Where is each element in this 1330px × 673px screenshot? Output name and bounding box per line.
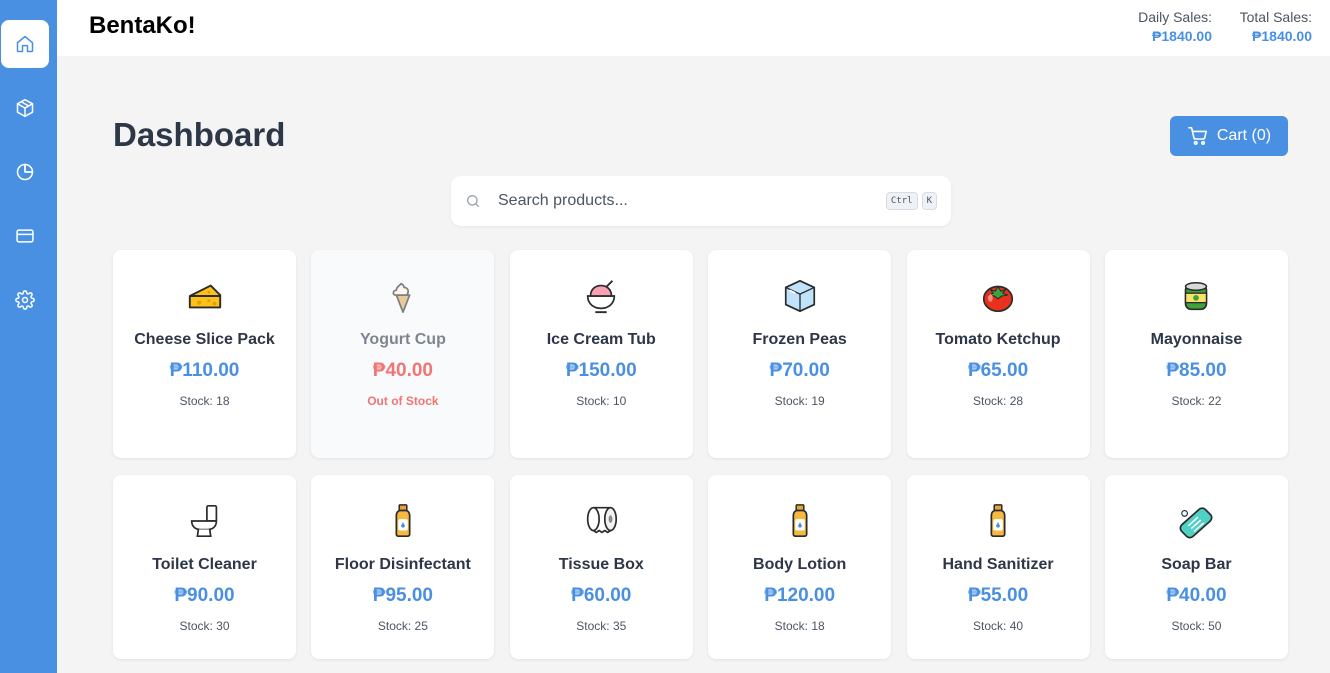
top-bar: BentaKo! Daily Sales: ₱1840.00 Total Sal… xyxy=(57,0,1330,56)
soap-icon xyxy=(1179,507,1213,539)
product-stock: Stock: 18 xyxy=(774,619,825,633)
product-card[interactable]: Floor Disinfectant ₱95.00 Stock: 25 xyxy=(311,475,495,659)
product-card[interactable]: Ice Cream Tub ₱150.00 Stock: 10 xyxy=(509,250,693,458)
product-stock: Stock: 35 xyxy=(576,619,627,633)
product-stock: Stock: 10 xyxy=(576,394,627,408)
product-stock: Stock: 40 xyxy=(973,619,1024,633)
product-grid: Cheese Slice Pack ₱110.00 Stock: 18 Yogu… xyxy=(113,250,1288,659)
product-price: ₱150.00 xyxy=(565,360,637,381)
product-price: ₱70.00 xyxy=(769,360,830,381)
total-sales: Total Sales: ₱1840.00 xyxy=(1240,8,1312,46)
pie-chart-icon xyxy=(16,163,34,181)
product-card[interactable]: Hand Sanitizer ₱55.00 Stock: 40 xyxy=(906,475,1090,659)
product-name: Floor Disinfectant xyxy=(334,556,471,573)
shortcut-key-ctrl: Ctrl xyxy=(885,192,918,210)
search-icon xyxy=(467,195,479,207)
product-stock: Stock: 19 xyxy=(774,394,825,408)
shortcut-key-k: K xyxy=(921,192,937,210)
search-bar: Ctrl K xyxy=(451,176,951,226)
tomato-icon xyxy=(982,285,1014,313)
product-price: ₱95.00 xyxy=(372,585,433,606)
product-stock: Stock: 28 xyxy=(973,394,1024,408)
home-icon xyxy=(16,35,34,53)
product-name: Tomato Ketchup xyxy=(935,331,1061,348)
product-price: ₱65.00 xyxy=(967,360,1029,381)
product-stock: Stock: 22 xyxy=(1171,394,1222,408)
toilet-icon xyxy=(190,504,217,538)
product-name: Yogurt Cup xyxy=(359,331,446,348)
box-icon xyxy=(16,98,34,118)
product-card[interactable]: Body Lotion ₱120.00 Stock: 18 xyxy=(708,475,892,659)
search-input[interactable] xyxy=(498,192,882,210)
daily-sales-value: ₱1840.00 xyxy=(1152,28,1212,44)
toilet-paper-roll-icon xyxy=(587,506,618,534)
sidebar-item-settings[interactable] xyxy=(1,276,49,324)
sidebar-item-home[interactable] xyxy=(1,20,49,68)
product-card[interactable]: Soap Bar ₱40.00 Stock: 50 xyxy=(1104,475,1288,659)
daily-sales: Daily Sales: ₱1840.00 xyxy=(1138,8,1212,46)
product-card[interactable]: Tissue Box ₱60.00 Stock: 35 xyxy=(509,475,693,659)
product-name: Body Lotion xyxy=(753,556,847,573)
product-card[interactable]: Frozen Peas ₱70.00 Stock: 19 xyxy=(708,250,892,458)
product-price: ₱120.00 xyxy=(764,585,836,606)
product-price: ₱85.00 xyxy=(1166,360,1227,381)
sidebar-item-products[interactable] xyxy=(1,84,49,132)
product-stock: Stock: 25 xyxy=(377,619,428,633)
cart-button[interactable]: Cart (0) xyxy=(1170,116,1288,156)
page-title: Dashboard xyxy=(113,116,286,153)
sidebar-item-reports[interactable] xyxy=(1,148,49,196)
sidebar-item-payments[interactable] xyxy=(1,212,49,260)
product-name: Toilet Cleaner xyxy=(152,556,257,573)
out-of-stock-label: Out of Stock xyxy=(367,394,439,408)
shaved-ice-icon xyxy=(587,280,616,314)
product-price: ₱40.00 xyxy=(1166,585,1227,606)
product-price: ₱90.00 xyxy=(174,585,235,606)
product-stock: Stock: 18 xyxy=(179,394,230,408)
canned-food-icon xyxy=(1185,281,1208,311)
lotion-bottle-icon xyxy=(395,504,411,538)
cheese-icon xyxy=(188,284,221,309)
product-name: Hand Sanitizer xyxy=(942,556,1054,573)
daily-sales-label: Daily Sales: xyxy=(1138,9,1212,25)
product-price: ₱60.00 xyxy=(571,585,632,606)
product-card[interactable]: Tomato Ketchup ₱65.00 Stock: 28 xyxy=(906,250,1090,458)
total-sales-label: Total Sales: xyxy=(1239,9,1312,25)
product-name: Ice Cream Tub xyxy=(546,331,656,348)
product-price: ₱40.00 xyxy=(372,360,433,381)
product-card[interactable]: Mayonnaise ₱85.00 Stock: 22 xyxy=(1104,250,1288,458)
sidebar xyxy=(0,0,57,673)
product-name: Tissue Box xyxy=(558,556,644,573)
product-name: Cheese Slice Pack xyxy=(134,331,275,348)
product-stock: Stock: 50 xyxy=(1171,619,1222,633)
cart-icon xyxy=(1187,126,1207,145)
lotion-bottle-icon xyxy=(990,504,1006,538)
product-price: ₱55.00 xyxy=(967,585,1029,606)
product-stock: Stock: 30 xyxy=(179,619,230,633)
app-brand: BentaKo! xyxy=(89,12,196,39)
cart-label: Cart (0) xyxy=(1216,127,1272,144)
soft-ice-cream-icon xyxy=(392,282,411,314)
lotion-bottle-icon xyxy=(792,504,808,538)
product-card[interactable]: Cheese Slice Pack ₱110.00 Stock: 18 xyxy=(113,250,296,458)
total-sales-value: ₱1840.00 xyxy=(1252,28,1312,44)
product-name: Mayonnaise xyxy=(1150,331,1243,348)
product-name: Frozen Peas xyxy=(752,331,847,348)
product-card[interactable]: Yogurt Cup ₱40.00 Out of Stock xyxy=(311,250,495,458)
ice-cube-icon xyxy=(784,279,815,313)
product-name: Soap Bar xyxy=(1161,556,1232,573)
product-price: ₱110.00 xyxy=(169,360,240,381)
credit-card-icon xyxy=(16,229,34,243)
gear-icon xyxy=(15,290,35,310)
product-card[interactable]: Toilet Cleaner ₱90.00 Stock: 30 xyxy=(113,475,296,659)
